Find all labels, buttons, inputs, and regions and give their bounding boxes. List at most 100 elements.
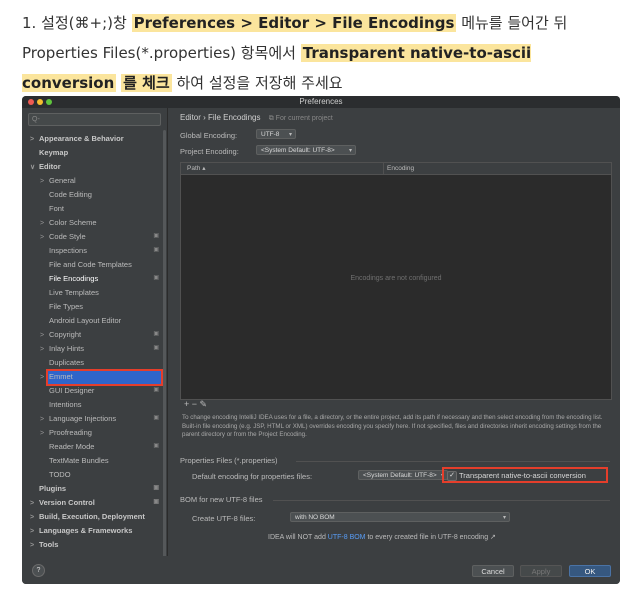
sidebar-item-label: GUI Designer [49,386,95,395]
apply-button[interactable]: Apply [520,565,562,577]
properties-encoding-select[interactable]: <System Default: UTF-8> ▾ [358,470,448,480]
bom-select[interactable]: with NO BOM ▾ [290,512,510,522]
sidebar-item-label: File and Code Templates [49,260,132,269]
scope-label: For current project [275,115,333,122]
instruction-check-highlight: 를 체크 [121,74,172,92]
bom-section-title: BOM for new UTF-8 files [180,495,263,504]
ok-button[interactable]: OK [569,565,611,577]
table-header: Path ▴ Encoding [181,163,611,175]
chevron-icon: > [40,220,45,227]
settings-search-input[interactable]: Q- [28,113,161,126]
minimize-window-button[interactable] [37,99,43,105]
sidebar-item[interactable]: > Language Injections ▣ [40,412,159,425]
chevron-icon: > [40,234,45,241]
sidebar-item-label: Live Templates [49,288,99,297]
close-window-button[interactable] [28,99,34,105]
sort-up-icon: ▴ [202,165,206,172]
project-scope-icon: ▣ [153,443,159,449]
sidebar-item-label: Language Injections [49,414,117,423]
sidebar-scrollbar[interactable] [163,130,166,560]
sidebar-item[interactable]: File and Code Templates [40,258,159,271]
project-scope-icon: ▣ [153,415,159,421]
instruction-suffix: 하여 설정을 저장해 주세요 [176,74,343,92]
sidebar-item-label: TextMate Bundles [49,456,109,465]
sidebar-item[interactable]: > General [40,174,159,187]
chevron-icon: > [40,178,45,185]
sidebar-item-label: Code Editing [49,190,92,199]
chevron-icon: > [30,500,35,507]
sidebar-item[interactable]: Font [40,202,159,215]
sidebar-item[interactable]: > Copyright ▣ [40,328,159,341]
global-encoding-value: UTF-8 [261,131,280,138]
sidebar-item[interactable]: Duplicates [40,356,159,369]
file-encodings-panel: Editor › File Encodings ⧉ For current pr… [168,108,620,556]
preferences-window: Preferences Q- > Appearance & Behavior Key… [22,96,620,584]
breadcrumb: Editor › File Encodings ⧉ For current pr… [180,113,333,123]
sidebar-item[interactable]: > Inlay Hints ▣ [40,342,159,355]
project-scope-icon: ▣ [153,275,159,281]
sidebar-item[interactable]: Intentions [40,398,159,411]
sidebar-item[interactable]: > Languages & Frameworks [30,524,159,537]
breadcrumb-scope: ⧉ For current project [268,115,333,122]
sidebar-item[interactable]: Live Templates [40,286,159,299]
sidebar-item[interactable]: > Tools [30,538,159,551]
column-path[interactable]: Path ▴ [187,163,205,174]
sidebar-item[interactable]: File Types [40,300,159,313]
project-scope-icon: ▣ [153,331,159,337]
search-icon: Q- [32,116,40,123]
sidebar-item[interactable]: > Proofreading [40,426,159,439]
global-encoding-select[interactable]: UTF-8 ▾ [256,129,296,139]
table-toolbar: + − ✎ [180,398,610,410]
sidebar-item[interactable]: Code Editing [40,188,159,201]
sidebar-item-label: Proofreading [49,428,92,437]
column-path-label: Path [187,165,201,172]
sidebar-item-label: Appearance & Behavior [39,134,124,143]
sidebar-item[interactable]: TODO [40,468,159,481]
sidebar-item-label: Inlay Hints [49,344,85,353]
sidebar-item[interactable]: > Version Control ▣ [30,496,159,509]
bom-note: IDEA will NOT add UTF-8 BOM to every cre… [268,533,496,541]
sidebar-item[interactable]: Reader Mode ▣ [40,440,159,453]
project-encoding-select[interactable]: <System Default: UTF-8> ▾ [256,145,356,155]
native-to-ascii-checkbox[interactable]: ✓ [447,471,457,481]
project-scope-icon: ▣ [153,247,159,253]
chevron-icon: > [40,346,45,353]
sidebar-item[interactable]: Plugins ▣ [30,482,159,495]
sidebar-item[interactable]: ∨ Editor [30,160,159,173]
column-encoding[interactable]: Encoding [387,163,414,174]
table-toolbar-buttons[interactable]: + − ✎ [184,399,207,409]
sidebar-item-label: Code Style [49,232,86,241]
bom-note-link[interactable]: UTF-8 BOM [328,534,366,541]
encodings-table[interactable]: Path ▴ Encoding Encodings are not config… [180,162,612,400]
properties-encoding-label: Default encoding for properties files: [192,472,313,481]
chevron-icon: > [30,542,35,549]
sidebar-item[interactable]: TextMate Bundles [40,454,159,467]
sidebar-item-label: Keymap [39,148,69,157]
sidebar-item[interactable]: > Code Style ▣ [40,230,159,243]
native-to-ascii-label[interactable]: Transparent native-to-ascii conversion [459,471,586,480]
cancel-button[interactable]: Cancel [472,565,514,577]
project-scope-icon: ▣ [153,233,159,239]
bom-note-pre: IDEA will NOT add [268,534,326,541]
dialog-footer: ? Cancel Apply OK [22,556,620,584]
sidebar-item-label: File Types [49,302,84,311]
help-icon[interactable]: ? [32,564,45,577]
project-scope-icon: ▣ [153,499,159,505]
chevron-icon: > [40,332,45,339]
project-scope-icon: ▣ [153,387,159,393]
sidebar-item-label: Duplicates [49,358,85,367]
sidebar-item[interactable]: GUI Designer ▣ [40,384,159,397]
sidebar-item[interactable]: > Color Scheme [40,216,159,229]
sidebar-item[interactable]: > Appearance & Behavior [30,132,159,145]
chevron-down-icon: ▾ [288,132,292,138]
sidebar-item[interactable]: Android Layout Editor [40,314,159,327]
sidebar-item[interactable]: File Encodings ▣ [40,272,159,285]
sidebar-item[interactable]: > Emmet [40,370,159,383]
project-encoding-label: Project Encoding: [180,147,239,156]
window-titlebar: Preferences [22,96,620,108]
chevron-icon: > [40,374,45,381]
sidebar-item[interactable]: Keymap [30,146,159,159]
sidebar-item[interactable]: > Build, Execution, Deployment [30,510,159,523]
sidebar-item[interactable]: Inspections ▣ [40,244,159,257]
maximize-window-button[interactable] [46,99,52,105]
